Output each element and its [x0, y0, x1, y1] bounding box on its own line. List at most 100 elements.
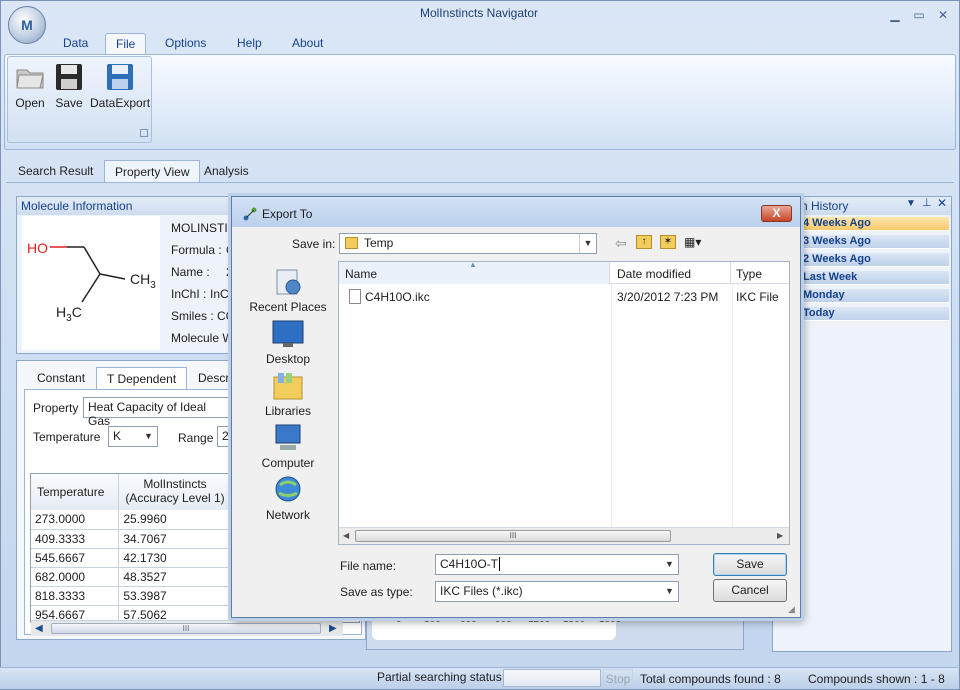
- recent-places-icon: [271, 267, 305, 297]
- place-label: Computer: [261, 456, 315, 470]
- place-label: Network: [265, 508, 310, 522]
- place-desktop[interactable]: Desktop: [246, 319, 330, 366]
- scroll-left-icon[interactable]: ◀: [35, 623, 43, 634]
- sort-ascending-icon: ▲: [469, 260, 477, 269]
- cell-temperature: 818.3333: [31, 586, 120, 606]
- chevron-down-icon: ▼: [665, 586, 674, 596]
- column-type[interactable]: Type: [732, 262, 788, 284]
- column-divider: [611, 284, 612, 528]
- file-name-input[interactable]: C4H10O-T ▼: [435, 554, 679, 575]
- scroll-left-icon[interactable]: ◀: [343, 531, 349, 540]
- history-item-4-weeks[interactable]: 4 Weeks Ago: [801, 217, 949, 231]
- temperature-unit-select[interactable]: K ▼: [108, 426, 158, 447]
- menu-tab-data[interactable]: Data: [53, 33, 98, 55]
- stop-button[interactable]: Stop: [603, 669, 633, 687]
- file-list: Name ▲ Date modified Type C4H10O.ikc 3/2…: [338, 260, 790, 545]
- save-as-type-label: Save as type:: [340, 585, 413, 599]
- table-header-molinstincts[interactable]: MolInstincts (Accuracy Level 1): [119, 474, 231, 510]
- save-ribbon-button[interactable]: Save: [47, 62, 91, 114]
- group-launcher-icon[interactable]: [140, 129, 148, 137]
- place-label: Libraries: [264, 404, 312, 418]
- menu-tab-file[interactable]: File: [105, 33, 147, 55]
- app-orb-button[interactable]: M: [8, 6, 46, 44]
- history-item-2-weeks[interactable]: 2 Weeks Ago: [801, 253, 949, 267]
- menu-tab-about[interactable]: About: [282, 33, 333, 55]
- app-logo-icon: M: [21, 17, 33, 33]
- pin-icon[interactable]: ⊥: [922, 196, 932, 209]
- column-date-modified[interactable]: Date modified: [611, 262, 731, 284]
- new-folder-icon[interactable]: ✶: [660, 235, 676, 249]
- view-menu-icon[interactable]: ▦▾: [684, 235, 710, 249]
- file-list-hscrollbar[interactable]: ◀ III ▶: [339, 527, 789, 544]
- place-network[interactable]: Network: [246, 475, 330, 522]
- scroll-right-icon[interactable]: ▶: [777, 531, 783, 540]
- save-as-type-select[interactable]: IKC Files (*.ikc) ▼: [435, 581, 679, 602]
- tab-t-dependent[interactable]: T Dependent: [96, 367, 188, 389]
- up-folder-icon[interactable]: ↑: [636, 235, 652, 249]
- scroll-thumb[interactable]: III: [51, 623, 321, 634]
- view-tab-divider: [6, 182, 954, 183]
- text-cursor: [499, 557, 501, 571]
- cell-value: 42.1730: [118, 548, 231, 568]
- dialog-title: Export To: [262, 207, 313, 221]
- place-libraries[interactable]: Libraries: [246, 371, 330, 418]
- export-dialog: Export To X Save in: Temp ▼ ⇦ ↑ ✶ ▦▾ Rec…: [231, 196, 801, 618]
- hydroxyl-label: HO: [27, 240, 48, 256]
- file-name: C4H10O.ikc: [365, 290, 430, 304]
- history-item-last-week[interactable]: Last Week: [801, 271, 949, 285]
- floppy-disk-icon: [54, 62, 84, 92]
- file-type: IKC File: [736, 290, 779, 304]
- file-row[interactable]: C4H10O.ikc 3/20/2012 7:23 PM IKC File: [339, 288, 789, 306]
- close-panel-icon[interactable]: ✕: [937, 196, 947, 210]
- dataexport-button[interactable]: DataExport: [90, 62, 150, 114]
- dialog-app-icon: [242, 206, 258, 222]
- tab-property-view[interactable]: Property View: [104, 160, 201, 182]
- history-item-monday[interactable]: Monday: [801, 289, 949, 303]
- save-in-select[interactable]: Temp ▼: [339, 233, 597, 254]
- place-computer[interactable]: Computer: [246, 423, 330, 470]
- open-button[interactable]: Open: [8, 62, 52, 114]
- save-ribbon-label: Save: [55, 96, 83, 110]
- molinstincts-id-label: MOLINSTIN: [171, 221, 237, 235]
- history-item-today[interactable]: Today: [801, 307, 949, 321]
- resize-grip-icon[interactable]: ◢: [788, 604, 795, 615]
- chevron-down-icon: ▼: [144, 431, 153, 441]
- table-row[interactable]: 818.3333 53.3987: [31, 586, 231, 606]
- back-icon[interactable]: ⇦: [615, 235, 627, 252]
- scroll-thumb[interactable]: III: [355, 530, 671, 542]
- table-row[interactable]: 273.0000 25.9960: [31, 510, 231, 530]
- cell-value: 25.9960: [118, 510, 231, 530]
- cancel-button[interactable]: Cancel: [713, 579, 787, 602]
- close-window-icon[interactable]: ✕: [934, 8, 952, 24]
- place-recent[interactable]: Recent Places: [246, 267, 330, 314]
- smiles-label: Smiles :: [171, 309, 214, 323]
- file-date: 3/20/2012 7:23 PM: [617, 290, 719, 304]
- save-button[interactable]: Save: [713, 553, 787, 576]
- table-row[interactable]: 682.0000 48.3527: [31, 567, 231, 587]
- molecule-panel-header: Molecule Information: [17, 197, 265, 215]
- cell-value: 48.3527: [118, 567, 231, 587]
- dialog-close-icon[interactable]: X: [761, 205, 792, 222]
- results-grid: 273.0000 25.9960 409.3333 34.7067 545.6667 42…: [31, 510, 231, 625]
- total-compounds: Total compounds found : 8: [640, 672, 781, 686]
- tab-constant[interactable]: Constant: [27, 367, 95, 389]
- tab-analysis[interactable]: Analysis: [194, 160, 259, 182]
- panel-dropdown-icon[interactable]: ▼: [906, 198, 916, 209]
- save-in-value: Temp: [364, 236, 394, 250]
- menu-tab-options[interactable]: Options: [155, 33, 216, 55]
- table-row[interactable]: 409.3333 34.7067: [31, 529, 231, 549]
- tab-search-result[interactable]: Search Result: [8, 160, 103, 182]
- minimize-icon[interactable]: ▁: [886, 8, 904, 24]
- menu-tab-help[interactable]: Help: [227, 33, 272, 55]
- history-item-3-weeks[interactable]: 3 Weeks Ago: [801, 235, 949, 249]
- property-label: Property: [33, 401, 79, 415]
- scroll-right-icon[interactable]: ▶: [329, 623, 337, 634]
- desktop-icon: [271, 319, 305, 349]
- table-header-temperature[interactable]: Temperature: [31, 474, 119, 510]
- table-row[interactable]: 545.6667 42.1730: [31, 548, 231, 568]
- maximize-icon[interactable]: ▭: [910, 8, 928, 24]
- methyl-label: CH3: [130, 271, 156, 291]
- property-select[interactable]: Heat Capacity of Ideal Gas: [83, 397, 233, 428]
- cell-temperature: 682.0000: [31, 567, 120, 587]
- table-hscrollbar[interactable]: ◀ III ▶: [31, 620, 343, 636]
